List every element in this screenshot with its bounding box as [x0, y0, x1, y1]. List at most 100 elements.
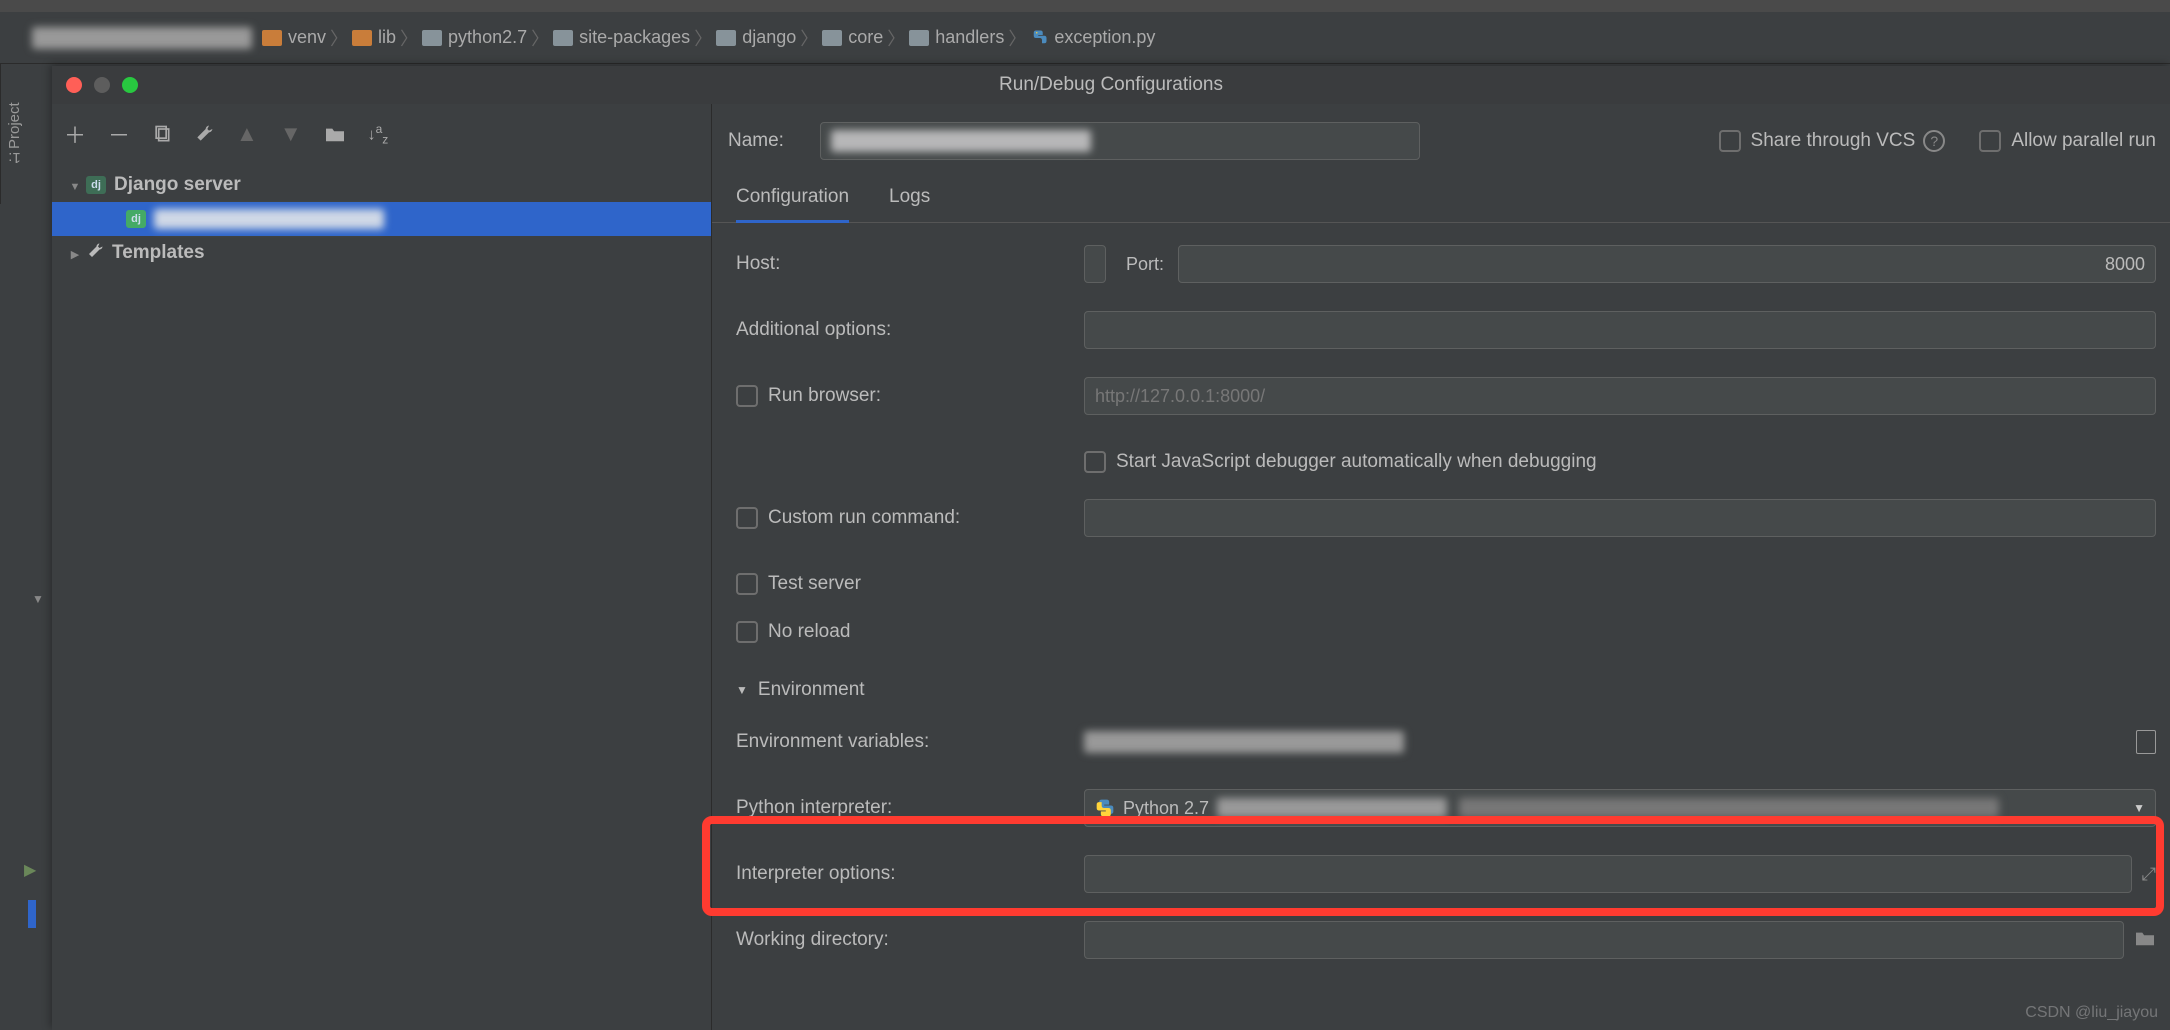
blurred-name-value [831, 130, 1091, 152]
chevron-right-icon: 〉 [887, 25, 905, 51]
config-name-blurred [154, 209, 384, 229]
port-label: Port: [1126, 254, 1164, 275]
port-input[interactable] [1178, 245, 2156, 283]
checkbox-icon [736, 573, 758, 595]
folder-icon [716, 30, 736, 46]
breadcrumb: venv〉 lib〉 python2.7〉 site-packages〉 dja… [0, 12, 2170, 64]
checkbox-icon [736, 621, 758, 643]
breadcrumb-item[interactable]: django [716, 27, 796, 48]
chevron-right-icon: 〉 [400, 25, 418, 51]
no-reload-checkbox[interactable]: No reload [736, 621, 850, 643]
django-icon: dj [126, 210, 146, 228]
chevron-down-icon: ▼ [2133, 801, 2145, 815]
working-directory-input[interactable] [1084, 921, 2124, 959]
run-browser-url-input[interactable] [1084, 377, 2156, 415]
gutter-marker [28, 900, 36, 928]
custom-run-command-checkbox[interactable]: Custom run command: [736, 507, 960, 529]
breadcrumb-file[interactable]: exception.py [1030, 27, 1155, 48]
django-icon: dj [86, 176, 106, 194]
chevron-right-icon[interactable] [64, 242, 86, 264]
tabs: Configuration Logs [712, 160, 2170, 223]
window-controls [66, 77, 138, 93]
name-label: Name: [720, 130, 820, 152]
close-window-button[interactable] [66, 77, 82, 93]
chevron-right-icon: 〉 [531, 25, 549, 51]
dialog-title: Run/Debug Configurations [999, 74, 1223, 96]
tree-node-django-server[interactable]: dj Django server [52, 168, 711, 202]
wrench-icon[interactable] [194, 124, 214, 144]
minimize-window-button[interactable] [94, 77, 110, 93]
blurred-interp-detail [1217, 798, 1447, 818]
folder-browse-icon[interactable] [2134, 929, 2156, 952]
chevron-right-icon: 〉 [330, 25, 348, 51]
maximize-window-button[interactable] [122, 77, 138, 93]
configurations-tree-panel: ＋ － ▲ ▼ ↓az dj Django server dj [52, 104, 712, 1030]
breadcrumb-item[interactable]: core [822, 27, 883, 48]
config-name-input[interactable] [820, 122, 1420, 160]
folder-icon [909, 30, 929, 46]
move-up-icon[interactable]: ▲ [236, 121, 258, 147]
folder-icon [422, 30, 442, 46]
breadcrumb-item[interactable]: site-packages [553, 27, 690, 48]
folder-icon [553, 30, 573, 46]
checkbox-icon [736, 507, 758, 529]
env-variables-label: Environment variables: [736, 731, 1084, 753]
run-gutter-icon[interactable]: ▶ [24, 860, 36, 880]
blurred-env-value [1084, 731, 1404, 753]
copy-icon[interactable] [152, 124, 172, 144]
checkbox-icon [1719, 130, 1741, 152]
allow-parallel-run-checkbox[interactable]: Allow parallel run [1979, 130, 2156, 152]
checkbox-icon [1084, 451, 1106, 473]
tree-label: Django server [114, 174, 241, 196]
breadcrumb-item[interactable]: handlers [909, 27, 1004, 48]
sort-alpha-icon[interactable]: ↓az [368, 122, 389, 147]
environment-section-header[interactable]: ▼ Environment [736, 679, 2156, 701]
tab-configuration[interactable]: Configuration [736, 186, 849, 223]
tab-logs[interactable]: Logs [889, 186, 930, 222]
test-server-checkbox[interactable]: Test server [736, 573, 861, 595]
wrench-icon [86, 242, 104, 265]
additional-options-input[interactable] [1084, 311, 2156, 349]
custom-run-command-input[interactable] [1084, 499, 2156, 537]
main-window-titlebar [0, 0, 2170, 12]
highlight-annotation [702, 816, 2164, 916]
breadcrumb-item[interactable]: python2.7 [422, 27, 527, 48]
start-js-debugger-checkbox[interactable]: Start JavaScript debugger automatically … [1084, 451, 2156, 473]
folder-icon [822, 30, 842, 46]
tree-label: Templates [112, 242, 205, 264]
breadcrumb-item[interactable]: venv [262, 27, 326, 48]
checkbox-icon [1979, 130, 2001, 152]
chevron-down-icon: ▼ [736, 683, 748, 697]
add-icon[interactable]: ＋ [64, 118, 86, 150]
python-file-icon [1030, 29, 1048, 47]
working-directory-label: Working directory: [736, 929, 1084, 951]
tree-node-templates[interactable]: Templates [52, 236, 711, 270]
folder-icon [352, 30, 372, 46]
additional-options-label: Additional options: [736, 319, 1084, 341]
breadcrumb-item[interactable]: lib [352, 27, 396, 48]
host-label: Host: [736, 253, 1084, 275]
tree-toolbar: ＋ － ▲ ▼ ↓az [52, 112, 711, 164]
run-browser-checkbox[interactable]: Run browser: [736, 385, 881, 407]
host-input[interactable] [1084, 245, 1106, 283]
project-tool-window-tab[interactable]: 1: Project [0, 64, 28, 204]
run-debug-configurations-dialog: Run/Debug Configurations ＋ － ▲ ▼ ↓az dj … [52, 66, 2170, 1030]
document-icon[interactable] [2136, 730, 2156, 754]
collapse-arrow-icon[interactable]: ▼ [32, 592, 44, 606]
chevron-right-icon: 〉 [694, 25, 712, 51]
chevron-down-icon[interactable] [64, 174, 86, 196]
chevron-right-icon: 〉 [800, 25, 818, 51]
remove-icon[interactable]: － [108, 118, 130, 150]
move-down-icon[interactable]: ▼ [280, 121, 302, 147]
watermark: CSDN @liu_jiayou [2025, 1004, 2158, 1022]
folder-icon [262, 30, 282, 46]
python-icon [1095, 798, 1115, 818]
help-icon[interactable]: ? [1923, 130, 1945, 152]
folder-icon[interactable] [324, 125, 346, 143]
share-through-vcs-checkbox[interactable]: Share through VCS [1719, 130, 1916, 152]
tool-window-number: 1: [8, 149, 21, 166]
tree-node-selected-config[interactable]: dj [52, 202, 711, 236]
dialog-titlebar[interactable]: Run/Debug Configurations [52, 66, 2170, 104]
blurred-interp-path [1459, 798, 1999, 818]
checkbox-icon [736, 385, 758, 407]
